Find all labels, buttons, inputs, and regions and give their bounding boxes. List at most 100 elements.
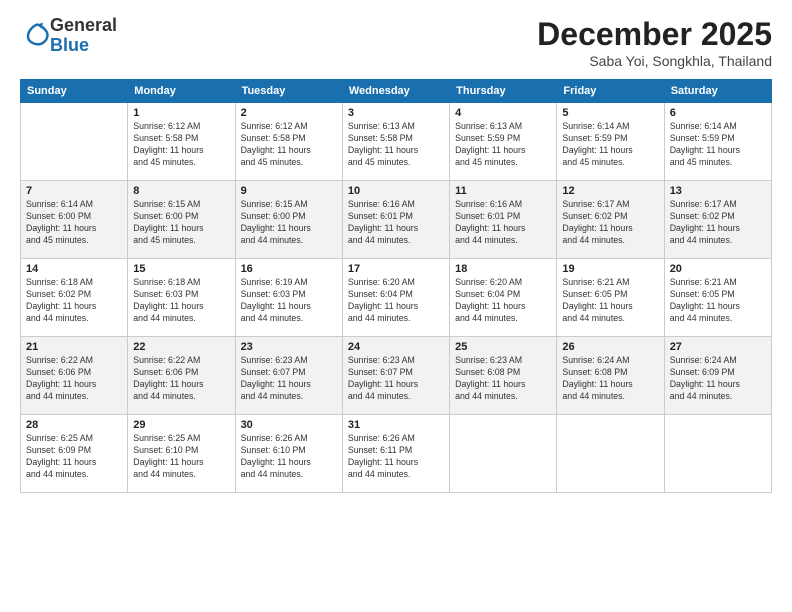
week-row-4: 28Sunrise: 6:25 AM Sunset: 6:09 PM Dayli… xyxy=(21,415,772,493)
day-number: 8 xyxy=(133,185,229,197)
day-info: Sunrise: 6:14 AM Sunset: 6:00 PM Dayligh… xyxy=(26,199,122,247)
day-info: Sunrise: 6:25 AM Sunset: 6:09 PM Dayligh… xyxy=(26,433,122,481)
day-number: 26 xyxy=(562,341,658,353)
day-number: 3 xyxy=(348,107,444,119)
day-number: 11 xyxy=(455,185,551,197)
header: General Blue December 2025 Saba Yoi, Son… xyxy=(20,16,772,69)
calendar-body: 1 Sunrise: 6:12 AM Sunset: 5:58 PM Daylig… xyxy=(21,103,772,493)
day-cell xyxy=(664,415,771,493)
day-info: Sunrise: 6:22 AM Sunset: 6:06 PM Dayligh… xyxy=(133,355,229,403)
day-info: Sunrise: 6:16 AM Sunset: 6:01 PM Dayligh… xyxy=(455,199,551,247)
day-cell: 24 Sunrise: 6:23 AM Sunset: 6:07 PM Dayli… xyxy=(342,337,449,415)
day-number: 19 xyxy=(562,263,658,275)
day-cell: 4 Sunrise: 6:13 AM Sunset: 5:59 PM Daylig… xyxy=(450,103,557,181)
day-info: Sunrise: 6:18 AM Sunset: 6:02 PM Dayligh… xyxy=(26,277,122,325)
logo-icon xyxy=(22,19,50,47)
day-number: 21 xyxy=(26,341,122,353)
day-cell: 10Sunrise: 6:16 AM Sunset: 6:01 PM Dayli… xyxy=(342,181,449,259)
day-cell: 28Sunrise: 6:25 AM Sunset: 6:09 PM Dayli… xyxy=(21,415,128,493)
day-info: Sunrise: 6:24 AM Sunset: 6:09 PM Dayligh… xyxy=(670,355,766,403)
day-cell: 22Sunrise: 6:22 AM Sunset: 6:06 PM Dayli… xyxy=(128,337,235,415)
day-cell xyxy=(557,415,664,493)
day-info: Sunrise: 6:23 AM Sunset: 6:08 PM Dayligh… xyxy=(455,355,551,403)
calendar-header: SundayMondayTuesdayWednesdayThursdayFrid… xyxy=(21,80,772,103)
day-cell xyxy=(450,415,557,493)
day-cell: 27 Sunrise: 6:24 AM Sunset: 6:09 PM Dayli… xyxy=(664,337,771,415)
day-info: Sunrise: 6:13 AM Sunset: 5:58 PM Dayligh… xyxy=(348,121,444,169)
day-info: Sunrise: 6:20 AM Sunset: 6:04 PM Dayligh… xyxy=(348,277,444,325)
day-cell: 23 Sunrise: 6:23 AM Sunset: 6:07 PM Dayli… xyxy=(235,337,342,415)
week-row-2: 14Sunrise: 6:18 AM Sunset: 6:02 PM Dayli… xyxy=(21,259,772,337)
day-info: Sunrise: 6:26 AM Sunset: 6:10 PM Dayligh… xyxy=(241,433,337,481)
day-info: Sunrise: 6:12 AM Sunset: 5:58 PM Dayligh… xyxy=(241,121,337,169)
logo-general-text: General xyxy=(50,15,117,35)
day-info: Sunrise: 6:14 AM Sunset: 5:59 PM Dayligh… xyxy=(670,121,766,169)
day-cell: 26 Sunrise: 6:24 AM Sunset: 6:08 PM Dayli… xyxy=(557,337,664,415)
day-cell: 29 Sunrise: 6:25 AM Sunset: 6:10 PM Dayli… xyxy=(128,415,235,493)
day-info: Sunrise: 6:18 AM Sunset: 6:03 PM Dayligh… xyxy=(133,277,229,325)
day-info: Sunrise: 6:15 AM Sunset: 6:00 PM Dayligh… xyxy=(241,199,337,247)
day-number: 31 xyxy=(348,419,444,431)
day-info: Sunrise: 6:26 AM Sunset: 6:11 PM Dayligh… xyxy=(348,433,444,481)
day-info: Sunrise: 6:21 AM Sunset: 6:05 PM Dayligh… xyxy=(562,277,658,325)
header-cell-friday: Friday xyxy=(557,80,664,103)
day-cell: 8Sunrise: 6:15 AM Sunset: 6:00 PM Daylig… xyxy=(128,181,235,259)
day-cell: 9 Sunrise: 6:15 AM Sunset: 6:00 PM Daylig… xyxy=(235,181,342,259)
day-cell: 7Sunrise: 6:14 AM Sunset: 6:00 PM Daylig… xyxy=(21,181,128,259)
day-number: 29 xyxy=(133,419,229,431)
day-info: Sunrise: 6:14 AM Sunset: 5:59 PM Dayligh… xyxy=(562,121,658,169)
day-cell: 5 Sunrise: 6:14 AM Sunset: 5:59 PM Daylig… xyxy=(557,103,664,181)
day-number: 27 xyxy=(670,341,766,353)
day-cell xyxy=(21,103,128,181)
day-cell: 13Sunrise: 6:17 AM Sunset: 6:02 PM Dayli… xyxy=(664,181,771,259)
week-row-1: 7Sunrise: 6:14 AM Sunset: 6:00 PM Daylig… xyxy=(21,181,772,259)
day-cell: 30 Sunrise: 6:26 AM Sunset: 6:10 PM Dayli… xyxy=(235,415,342,493)
week-row-0: 1 Sunrise: 6:12 AM Sunset: 5:58 PM Daylig… xyxy=(21,103,772,181)
day-number: 4 xyxy=(455,107,551,119)
month-title: December 2025 xyxy=(537,16,772,53)
header-cell-saturday: Saturday xyxy=(664,80,771,103)
day-number: 24 xyxy=(348,341,444,353)
day-cell: 17Sunrise: 6:20 AM Sunset: 6:04 PM Dayli… xyxy=(342,259,449,337)
day-info: Sunrise: 6:13 AM Sunset: 5:59 PM Dayligh… xyxy=(455,121,551,169)
day-info: Sunrise: 6:17 AM Sunset: 6:02 PM Dayligh… xyxy=(670,199,766,247)
day-cell: 6Sunrise: 6:14 AM Sunset: 5:59 PM Daylig… xyxy=(664,103,771,181)
day-cell: 3 Sunrise: 6:13 AM Sunset: 5:58 PM Daylig… xyxy=(342,103,449,181)
day-number: 5 xyxy=(562,107,658,119)
logo-blue-text: Blue xyxy=(50,35,89,55)
header-row: SundayMondayTuesdayWednesdayThursdayFrid… xyxy=(21,80,772,103)
day-cell: 21Sunrise: 6:22 AM Sunset: 6:06 PM Dayli… xyxy=(21,337,128,415)
day-info: Sunrise: 6:19 AM Sunset: 6:03 PM Dayligh… xyxy=(241,277,337,325)
day-number: 1 xyxy=(133,107,229,119)
day-info: Sunrise: 6:23 AM Sunset: 6:07 PM Dayligh… xyxy=(241,355,337,403)
day-cell: 12Sunrise: 6:17 AM Sunset: 6:02 PM Dayli… xyxy=(557,181,664,259)
day-info: Sunrise: 6:12 AM Sunset: 5:58 PM Dayligh… xyxy=(133,121,229,169)
day-cell: 25 Sunrise: 6:23 AM Sunset: 6:08 PM Dayli… xyxy=(450,337,557,415)
day-cell: 2 Sunrise: 6:12 AM Sunset: 5:58 PM Daylig… xyxy=(235,103,342,181)
day-number: 15 xyxy=(133,263,229,275)
day-cell: 19 Sunrise: 6:21 AM Sunset: 6:05 PM Dayli… xyxy=(557,259,664,337)
page: General Blue December 2025 Saba Yoi, Son… xyxy=(0,0,792,612)
header-cell-monday: Monday xyxy=(128,80,235,103)
day-number: 18 xyxy=(455,263,551,275)
week-row-3: 21 Sunrise: 6:22 AM Sunset: 6:06 PM Dayli… xyxy=(21,337,772,415)
day-info: Sunrise: 6:23 AM Sunset: 6:07 PM Dayligh… xyxy=(348,355,444,403)
subtitle: Saba Yoi, Songkhla, Thailand xyxy=(537,53,772,69)
day-cell: 31 Sunrise: 6:26 AM Sunset: 6:11 PM Dayli… xyxy=(342,415,449,493)
day-number: 16 xyxy=(241,263,337,275)
day-number: 25 xyxy=(455,341,551,353)
header-cell-thursday: Thursday xyxy=(450,80,557,103)
day-info: Sunrise: 6:25 AM Sunset: 6:10 PM Dayligh… xyxy=(133,433,229,481)
header-cell-sunday: Sunday xyxy=(21,80,128,103)
day-cell: 11 Sunrise: 6:16 AM Sunset: 6:01 PM Dayli… xyxy=(450,181,557,259)
day-number: 9 xyxy=(241,185,337,197)
day-info: Sunrise: 6:21 AM Sunset: 6:05 PM Dayligh… xyxy=(670,277,766,325)
day-number: 2 xyxy=(241,107,337,119)
day-number: 23 xyxy=(241,341,337,353)
calendar-table: SundayMondayTuesdayWednesdayThursdayFrid… xyxy=(20,79,772,493)
day-number: 30 xyxy=(241,419,337,431)
logo: General Blue xyxy=(20,16,117,56)
day-info: Sunrise: 6:24 AM Sunset: 6:08 PM Dayligh… xyxy=(562,355,658,403)
day-cell: 20 Sunrise: 6:21 AM Sunset: 6:05 PM Dayli… xyxy=(664,259,771,337)
day-number: 20 xyxy=(670,263,766,275)
